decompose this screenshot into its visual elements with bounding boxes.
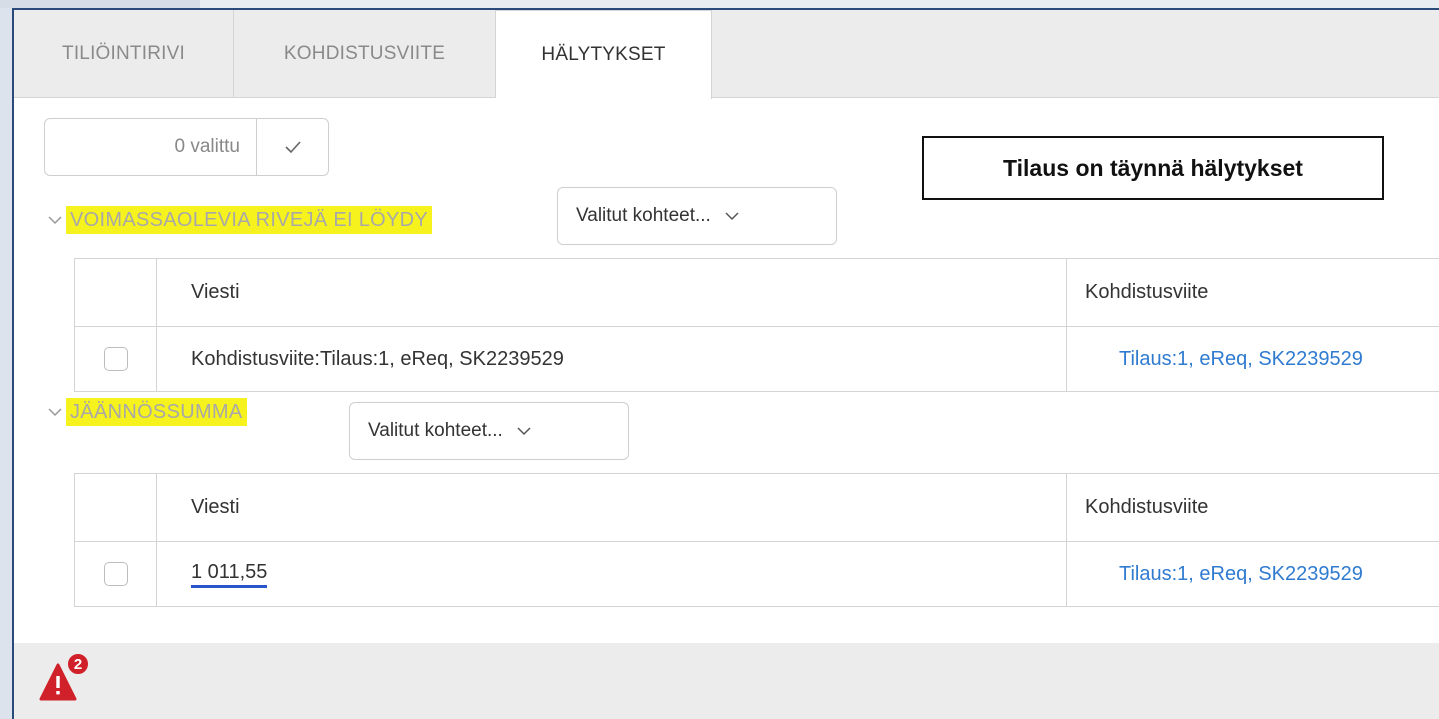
row-reference-link[interactable]: Tilaus:1, eReq, SK2239529: [1067, 327, 1439, 391]
table-row: 1 011,55 Tilaus:1, eReq, SK2239529: [75, 541, 1439, 606]
column-header-kohdistusviite[interactable]: Kohdistusviite: [1067, 474, 1439, 541]
row-message: 1 011,55: [191, 561, 268, 588]
filter-dropdown[interactable]: Valitut kohteet...: [557, 187, 837, 245]
confirm-selection-button[interactable]: [257, 119, 328, 175]
column-header-viesti[interactable]: Viesti: [157, 259, 1067, 326]
group-header-voimassaolevia[interactable]: VOIMASSAOLEVIA RIVEJÄ EI LÖYDY: [44, 206, 433, 234]
annotation-callout: Tilaus on täynnä hälytykset: [922, 136, 1384, 200]
group-title: VOIMASSAOLEVIA RIVEJÄ EI LÖYDY: [66, 206, 433, 234]
check-icon: [284, 141, 301, 154]
outer-tab-stub: [0, 0, 200, 8]
top-strip: [0, 0, 1439, 8]
footer-bar: 2: [14, 643, 1439, 719]
chevron-down-icon: [517, 426, 531, 435]
tab-kohdistusviite[interactable]: KOHDISTUSVIITE: [234, 10, 496, 98]
select-column-header: [75, 474, 157, 541]
filter-dropdown-label: Valitut kohteet...: [368, 420, 503, 441]
table-header-row: Viesti Kohdistusviite: [75, 259, 1439, 326]
row-checkbox[interactable]: [103, 562, 128, 586]
selected-count: 0 valittu: [45, 119, 257, 175]
chevron-down-icon[interactable]: [44, 209, 66, 231]
chevron-down-icon: [725, 211, 739, 220]
table-row: Kohdistusviite:Tilaus:1, eReq, SK2239529…: [75, 326, 1439, 391]
alerts-panel: TILIÖINTIRIVI KOHDISTUSVIITE HÄLYTYKSET …: [12, 8, 1439, 719]
alerts-table: Viesti Kohdistusviite 1 011,55 Tilaus:1,…: [74, 473, 1439, 607]
row-checkbox[interactable]: [103, 347, 128, 371]
warning-alert-icon[interactable]: 2: [38, 647, 100, 709]
alerts-table: Viesti Kohdistusviite Kohdistusviite:Til…: [74, 258, 1439, 392]
filter-dropdown[interactable]: Valitut kohteet...: [349, 402, 629, 460]
column-header-viesti[interactable]: Viesti: [157, 474, 1067, 541]
tab-tilointirivi[interactable]: TILIÖINTIRIVI: [14, 10, 234, 98]
tab-bar: TILIÖINTIRIVI KOHDISTUSVIITE HÄLYTYKSET: [14, 10, 1439, 99]
tab-halytykset[interactable]: HÄLYTYKSET: [496, 10, 712, 99]
chevron-down-icon[interactable]: [44, 401, 66, 423]
alert-count: 2: [74, 656, 82, 673]
select-column-header: [75, 259, 157, 326]
row-reference-link[interactable]: Tilaus:1, eReq, SK2239529: [1067, 542, 1439, 606]
column-header-kohdistusviite[interactable]: Kohdistusviite: [1067, 259, 1439, 326]
row-message: Kohdistusviite:Tilaus:1, eReq, SK2239529: [157, 327, 1067, 391]
filter-dropdown-label: Valitut kohteet...: [576, 205, 711, 226]
table-header-row: Viesti Kohdistusviite: [75, 474, 1439, 541]
selection-control: 0 valittu: [44, 118, 329, 176]
group-header-jaannossumma[interactable]: JÄÄNNÖSSUMMA: [44, 398, 247, 426]
group-title: JÄÄNNÖSSUMMA: [66, 398, 247, 426]
